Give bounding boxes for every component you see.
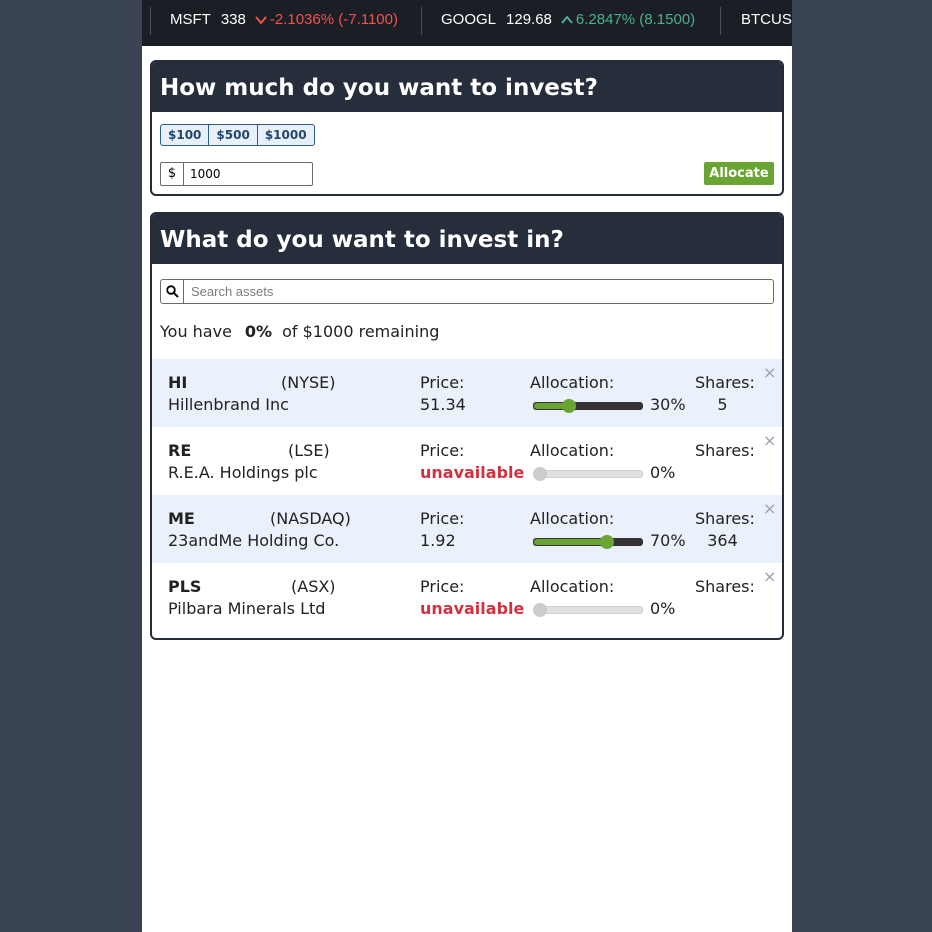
allocation-slider[interactable] [533, 603, 643, 617]
asset-row-hi: HI (NYSE) Hillenbrand Inc Price: 51.34 A… [152, 359, 782, 427]
search-input[interactable]: Search assets [184, 284, 273, 299]
allocation-slider[interactable] [533, 399, 643, 413]
shares-label: Shares: [695, 373, 755, 392]
asset-ticker: HI [168, 373, 188, 392]
ticker-price: 129.68 [506, 11, 552, 28]
asset-name: R.E.A. Holdings plc [168, 463, 318, 482]
search-field[interactable]: Search assets [160, 279, 774, 304]
remove-asset-close-icon[interactable]: × [763, 499, 776, 518]
invest-amount-panel: How much do you want to invest? $100 $50… [150, 60, 784, 196]
preset-amount-group: $100 $500 $1000 [160, 124, 315, 146]
remove-asset-close-icon[interactable]: × [763, 567, 776, 586]
stock-ticker: MSFT 338 -2.1036% (-7.1100) GOOGL 129.68… [142, 0, 792, 46]
price-label: Price: [420, 577, 465, 596]
asset-name: 23andMe Holding Co. [168, 531, 340, 550]
remove-asset-close-icon[interactable]: × [763, 363, 776, 382]
allocation-percent: 0% [650, 599, 676, 618]
allocation-label: Allocation: [530, 373, 615, 392]
ticker-symbol: MSFT [170, 11, 211, 28]
ticker-divider [720, 7, 721, 35]
ticker-change: 6.2847% (8.1500) [575, 11, 696, 28]
ticker-item-btcusd[interactable]: BTCUS [741, 11, 792, 28]
shares-label: Shares: [695, 509, 755, 528]
allocation-slider-thumb[interactable] [600, 535, 614, 549]
shares-label: Shares: [695, 577, 755, 596]
chevron-up-icon [561, 14, 573, 24]
asset-price: 1.92 [420, 531, 456, 550]
asset-shares: 5 [717, 395, 728, 414]
preset-100-button[interactable]: $100 [160, 124, 210, 146]
allocation-label: Allocation: [530, 577, 615, 596]
remove-asset-close-icon[interactable]: × [763, 431, 776, 450]
allocation-label: Allocation: [530, 509, 615, 528]
app-window: MSFT 338 -2.1036% (-7.1100) GOOGL 129.68… [142, 0, 792, 932]
asset-price: 51.34 [420, 395, 466, 414]
asset-exchange: (NASDAQ) [270, 509, 351, 528]
asset-price: unavailable [420, 599, 525, 618]
asset-ticker: RE [168, 441, 192, 460]
remaining-prefix: You have [160, 322, 232, 341]
invest-in-panel: What do you want to invest in? Search as… [150, 212, 784, 640]
allocation-percent: 70% [650, 531, 686, 550]
shares-label: Shares: [695, 441, 755, 460]
price-label: Price: [420, 373, 465, 392]
ticker-divider [421, 7, 422, 35]
ticker-price: 338 [220, 11, 246, 28]
asset-row-pls: PLS (ASX) Pilbara Minerals Ltd Price: un… [152, 563, 782, 631]
ticker-change: -2.1036% (-7.1100) [269, 11, 398, 28]
asset-exchange: (NYSE) [281, 373, 336, 392]
allocate-button[interactable]: Allocate [704, 162, 774, 185]
ticker-symbol: GOOGL [441, 11, 497, 28]
amount-field: $ 1000 [160, 162, 313, 186]
allocation-slider[interactable] [533, 467, 643, 481]
preset-1000-button[interactable]: $1000 [256, 124, 315, 146]
allocation-label: Allocation: [530, 441, 615, 460]
remaining-suffix: of $1000 remaining [282, 322, 440, 341]
allocation-slider-thumb[interactable] [533, 467, 547, 481]
remaining-summary: You have 0% of $1000 remaining [160, 322, 439, 341]
asset-row-re: RE (LSE) R.E.A. Holdings plc Price: unav… [152, 427, 782, 495]
ticker-item-googl[interactable]: GOOGL 129.68 6.2847% (8.1500) [441, 11, 695, 28]
asset-name: Hillenbrand Inc [168, 395, 289, 414]
asset-name: Pilbara Minerals Ltd [168, 599, 326, 618]
remaining-percent: 0% [244, 322, 273, 341]
ticker-symbol: BTCUS [741, 11, 792, 28]
ticker-divider [150, 7, 151, 35]
allocation-percent: 0% [650, 463, 676, 482]
allocation-slider[interactable] [533, 535, 643, 549]
asset-exchange: (ASX) [291, 577, 336, 596]
preset-500-button[interactable]: $500 [208, 124, 258, 146]
amount-input[interactable]: 1000 [184, 163, 312, 185]
allocation-slider-thumb[interactable] [533, 603, 547, 617]
invest-amount-title: How much do you want to invest? [152, 62, 782, 112]
asset-ticker: ME [168, 509, 195, 528]
currency-symbol: $ [161, 163, 184, 185]
search-icon [161, 280, 184, 303]
ticker-item-msft[interactable]: MSFT 338 -2.1036% (-7.1100) [170, 11, 398, 28]
asset-exchange: (LSE) [288, 441, 330, 460]
asset-shares: 364 [707, 531, 738, 550]
price-label: Price: [420, 509, 465, 528]
invest-in-title: What do you want to invest in? [152, 214, 782, 264]
allocation-percent: 30% [650, 395, 686, 414]
asset-price: unavailable [420, 463, 525, 482]
price-label: Price: [420, 441, 465, 460]
asset-row-me: ME (NASDAQ) 23andMe Holding Co. Price: 1… [152, 495, 782, 563]
asset-ticker: PLS [168, 577, 202, 596]
chevron-down-icon [255, 15, 267, 25]
allocation-slider-thumb[interactable] [562, 399, 576, 413]
allocation-slider-fill [534, 539, 607, 545]
